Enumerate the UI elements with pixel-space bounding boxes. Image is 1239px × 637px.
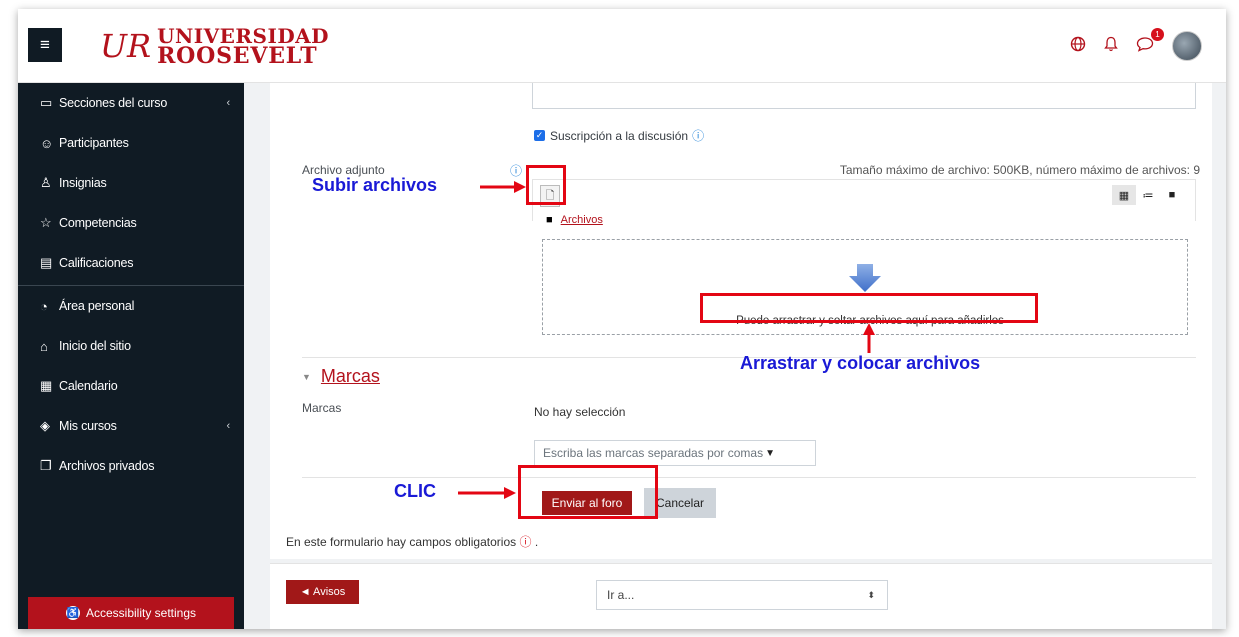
annotation-upload: Subir archivos <box>312 175 438 195</box>
sidebar-item-participantes[interactable]: ☺ Participantes <box>18 123 244 163</box>
sidebar-item-area-personal[interactable]: ◔ Área personal <box>18 286 244 326</box>
divider <box>302 477 1196 478</box>
browser-window: ≡ UR UNIVERSIDAD ROOSEVELT 1 ▭ Secciones… <box>18 9 1226 629</box>
sidebar-item-label: Mis cursos <box>59 419 117 433</box>
sidebar-item-label: Inicio del sitio <box>59 339 131 353</box>
annotation-box-dropzone <box>700 293 1038 323</box>
annotation-arrow-icon <box>458 487 516 499</box>
home-icon: ⌂ <box>40 338 48 354</box>
subscription-checkbox-row[interactable]: ✓ Suscripción a la discusión ⓘ <box>534 127 704 144</box>
bell-icon[interactable] <box>1104 36 1118 57</box>
activity-navigation: ◄ Avisos Ir a... ⬍ <box>270 563 1212 629</box>
max-size-info: Tamaño máximo de archivo: 500KB, número … <box>839 163 1200 177</box>
user-avatar[interactable] <box>1172 31 1202 61</box>
annotation-arrow-icon <box>863 323 875 353</box>
course-sidebar: ▭ Secciones del curso ‹ ☺ Participantes … <box>18 83 244 629</box>
sidebar-item-mis-cursos[interactable]: ◈ Mis cursos ‹ <box>18 406 244 446</box>
sidebar-item-label: Archivos privados <box>59 459 155 473</box>
jump-to-label: Ir a... <box>607 588 635 602</box>
sidebar-item-label: Calificaciones <box>59 256 134 270</box>
filemanager-toolbar <box>532 179 1196 221</box>
sidebar-item-secciones[interactable]: ▭ Secciones del curso ‹ <box>18 83 244 123</box>
tags-placeholder: Escriba las marcas separadas por comas <box>543 446 764 460</box>
accessibility-icon: ♿ <box>65 606 80 620</box>
view-switcher: ▦ ≔ ■ <box>1112 185 1184 205</box>
grid-view-icon[interactable]: ▦ <box>1112 185 1136 205</box>
accessibility-label: Accessibility settings <box>85 606 197 620</box>
annotation-box-submit <box>518 465 658 519</box>
site-logo[interactable]: UR UNIVERSIDAD ROOSEVELT <box>100 23 329 69</box>
sidebar-item-archivos-privados[interactable]: ❐ Archivos privados <box>18 446 244 486</box>
sidebar-item-label: Participantes <box>59 136 129 150</box>
sidebar-item-calendario[interactable]: ▦ Calendario <box>18 366 244 406</box>
sidebar-item-label: Competencias <box>59 216 137 230</box>
subscription-label: Suscripción a la discusión <box>550 128 689 143</box>
badge-icon: ♙ <box>40 175 52 190</box>
required-icon: ⓘ <box>519 535 532 549</box>
folder-icon: ■ <box>546 214 553 226</box>
sidebar-item-competencias[interactable]: ☆ Competencias <box>18 203 244 243</box>
section-title: Marcas <box>320 366 380 386</box>
sidebar-item-label: Área personal <box>59 299 135 313</box>
graduation-cap-icon: ◈ <box>40 418 50 433</box>
folder-view-icon[interactable]: ■ <box>1160 185 1184 205</box>
select-arrows-icon: ⬍ <box>867 589 875 600</box>
annotation-click: CLIC <box>394 481 436 501</box>
star-icon: ☆ <box>40 215 52 230</box>
list-view-icon[interactable]: ≔ <box>1136 185 1160 205</box>
notification-badge: 1 <box>1151 27 1164 41</box>
logo-line-2: ROOSEVELT <box>157 43 318 69</box>
previous-activity-button[interactable]: ◄ Avisos <box>286 580 359 604</box>
top-navbar: ≡ UR UNIVERSIDAD ROOSEVELT 1 <box>18 9 1226 83</box>
required-note-text: En este formulario hay campos obligatori… <box>286 535 517 549</box>
logo-mark: UR <box>100 27 152 65</box>
chat-icon[interactable]: 1 <box>1136 27 1164 57</box>
annotation-box-upload <box>526 165 566 205</box>
tags-section-header[interactable]: ▼ Marcas <box>302 366 380 387</box>
gradebook-icon: ▤ <box>40 255 53 270</box>
required-fields-note: En este formulario hay campos obligatori… <box>286 533 538 550</box>
calendar-icon: ▦ <box>40 378 53 393</box>
sidebar-item-calificaciones[interactable]: ▤ Calificaciones <box>18 243 244 283</box>
accessibility-settings-button[interactable]: ♿ Accessibility settings <box>28 597 234 629</box>
help-icon[interactable]: ⓘ <box>692 127 704 144</box>
sidebar-item-insignias[interactable]: ♙ Insignias <box>18 163 244 203</box>
sidebar-item-inicio[interactable]: ⌂ Inicio del sitio <box>18 326 244 366</box>
dashboard-icon: ◔ <box>40 298 48 314</box>
folder-link[interactable]: Archivos <box>561 214 603 226</box>
chevron-left-icon: ‹ <box>226 420 231 432</box>
checkbox-checked[interactable]: ✓ <box>534 130 545 141</box>
jump-to-select[interactable]: Ir a... ⬍ <box>596 580 888 610</box>
drop-arrow-icon <box>849 264 881 292</box>
required-note-suffix: . <box>534 535 539 549</box>
sidebar-item-label: Secciones del curso <box>59 96 168 110</box>
annotation-drag-drop: Arrastrar y colocar archivos <box>740 353 981 373</box>
tags-none-text: No hay selección <box>534 405 626 419</box>
collapse-triangle-icon: ▼ <box>302 371 311 382</box>
help-icon[interactable]: ⓘ <box>510 162 522 179</box>
annotation-arrow-icon <box>480 181 526 193</box>
hamburger-icon[interactable]: ≡ <box>28 28 62 62</box>
dropdown-triangle-icon: ▼ <box>765 447 775 459</box>
folder-icon: ▭ <box>40 95 53 110</box>
tags-input[interactable]: Escriba las marcas separadas por comas ▼ <box>534 440 816 466</box>
users-icon: ☺ <box>40 135 54 151</box>
folder-breadcrumb: ■ Archivos <box>546 214 603 226</box>
chevron-left-icon: ‹ <box>226 97 231 109</box>
globe-icon[interactable] <box>1070 36 1086 57</box>
sidebar-item-label: Insignias <box>59 176 107 190</box>
files-icon: ❐ <box>40 458 52 473</box>
sidebar-item-label: Calendario <box>59 379 118 393</box>
message-textarea[interactable] <box>532 83 1196 109</box>
tags-label: Marcas <box>302 401 342 415</box>
